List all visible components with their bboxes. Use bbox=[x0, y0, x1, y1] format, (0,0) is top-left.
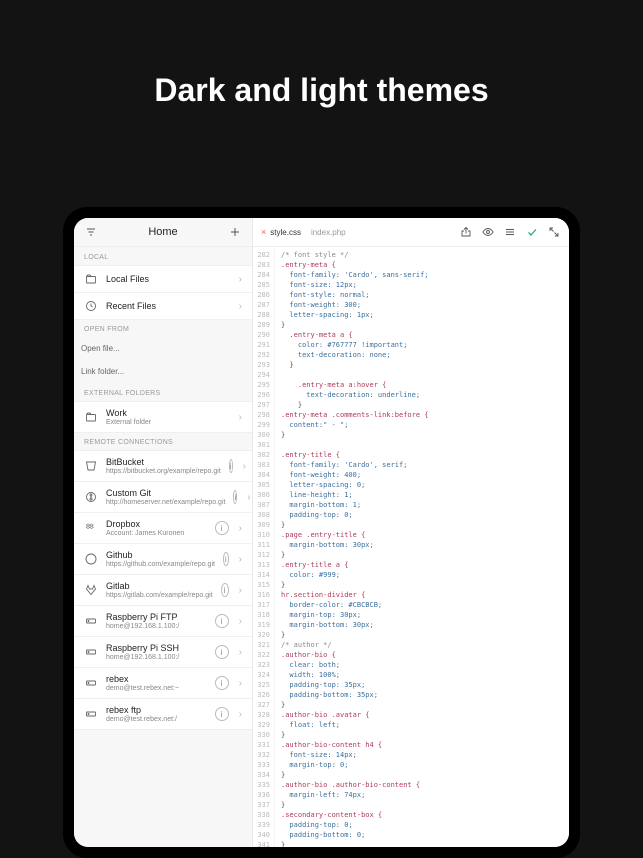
link-folder-button[interactable]: Link folder... bbox=[74, 360, 252, 383]
item-title: Raspberry Pi SSH bbox=[106, 643, 207, 653]
chevron-right-icon: › bbox=[239, 678, 242, 689]
item-subtitle: home@192.168.1.100:/ bbox=[106, 623, 207, 630]
chevron-right-icon: › bbox=[239, 616, 242, 627]
list-item[interactable]: Local Files › bbox=[74, 265, 252, 293]
menu-icon[interactable] bbox=[503, 225, 517, 239]
chevron-right-icon: › bbox=[239, 585, 242, 596]
server-icon bbox=[84, 676, 98, 690]
code-body[interactable]: /* font style */ .entry-meta { font-fami… bbox=[275, 247, 569, 847]
item-title: Github bbox=[106, 550, 215, 560]
chevron-right-icon: › bbox=[239, 523, 242, 534]
section-remote: REMOTE CONNECTIONS bbox=[74, 432, 252, 450]
item-subtitle: home@192.168.1.100:/ bbox=[106, 654, 207, 661]
item-subtitle: demo@test.rebex.net:~ bbox=[106, 685, 207, 692]
info-icon[interactable]: i bbox=[215, 521, 229, 535]
open-file-button[interactable]: Open file... bbox=[74, 337, 252, 360]
item-title: Gitlab bbox=[106, 581, 213, 591]
sidebar-title: Home bbox=[148, 226, 177, 238]
item-subtitle: demo@test.rebex.net:/ bbox=[106, 716, 207, 723]
line-numbers: 282 283 284 285 286 287 288 289 290 291 … bbox=[253, 247, 275, 847]
server-icon bbox=[84, 614, 98, 628]
chevron-right-icon: › bbox=[239, 647, 242, 658]
share-icon[interactable] bbox=[459, 225, 473, 239]
folder-icon bbox=[84, 272, 98, 286]
list-item[interactable]: Gitlabhttps://gitlab.com/example/repo.gi… bbox=[74, 574, 252, 606]
github-icon bbox=[84, 552, 98, 566]
item-subtitle: https://github.com/example/repo.git bbox=[106, 561, 215, 568]
preview-icon[interactable] bbox=[481, 225, 495, 239]
chevron-right-icon: › bbox=[239, 709, 242, 720]
screen: Home LOCAL Local Files › Recent Files › OPE… bbox=[74, 218, 569, 847]
item-title: Custom Git bbox=[106, 488, 225, 498]
headline: Dark and light themes bbox=[0, 0, 643, 109]
check-icon[interactable] bbox=[525, 225, 539, 239]
item-title: BitBucket bbox=[106, 457, 221, 467]
info-icon[interactable]: i bbox=[215, 676, 229, 690]
info-icon[interactable]: i bbox=[223, 552, 229, 566]
filter-icon[interactable] bbox=[84, 225, 98, 239]
tab-index-php[interactable]: index.php bbox=[311, 228, 346, 237]
sidebar: Home LOCAL Local Files › Recent Files › OPE… bbox=[74, 218, 253, 847]
list-item[interactable]: rebex ftpdemo@test.rebex.net:/ i › bbox=[74, 698, 252, 730]
add-icon[interactable] bbox=[228, 225, 242, 239]
list-item[interactable]: BitBuckethttps://bitbucket.org/example/r… bbox=[74, 450, 252, 482]
item-title: rebex bbox=[106, 674, 207, 684]
info-icon[interactable]: i bbox=[229, 459, 233, 473]
item-title: Local Files bbox=[106, 274, 231, 284]
chevron-right-icon: › bbox=[247, 492, 250, 503]
list-item[interactable]: Recent Files › bbox=[74, 292, 252, 320]
bitbucket-icon bbox=[84, 459, 98, 473]
item-title: rebex ftp bbox=[106, 705, 207, 715]
gitlab-icon bbox=[84, 583, 98, 597]
editor: × style.css index.php 282 283 284 285 28… bbox=[253, 218, 569, 847]
tab-style-css[interactable]: × style.css bbox=[261, 227, 301, 237]
item-title: Recent Files bbox=[106, 301, 231, 311]
info-icon[interactable]: i bbox=[221, 583, 229, 597]
item-subtitle: Account: James Kuronen bbox=[106, 530, 207, 537]
list-item[interactable]: Githubhttps://github.com/example/repo.gi… bbox=[74, 543, 252, 575]
item-title: Raspberry Pi FTP bbox=[106, 612, 207, 622]
info-icon[interactable]: i bbox=[233, 490, 237, 504]
section-open-from: OPEN FROM bbox=[74, 319, 252, 337]
chevron-right-icon: › bbox=[243, 461, 246, 472]
chevron-right-icon: › bbox=[239, 412, 242, 423]
chevron-right-icon: › bbox=[239, 274, 242, 285]
dropbox-icon bbox=[84, 521, 98, 535]
server-icon bbox=[84, 707, 98, 721]
close-icon[interactable]: × bbox=[261, 227, 266, 237]
info-icon[interactable]: i bbox=[215, 614, 229, 628]
expand-icon[interactable] bbox=[547, 225, 561, 239]
list-item[interactable]: rebexdemo@test.rebex.net:~ i › bbox=[74, 667, 252, 699]
list-item[interactable]: DropboxAccount: James Kuronen i › bbox=[74, 512, 252, 544]
device-frame: Home LOCAL Local Files › Recent Files › OPE… bbox=[63, 207, 580, 858]
chevron-right-icon: › bbox=[239, 301, 242, 312]
editor-tabbar: × style.css index.php bbox=[253, 218, 569, 247]
tab-label: style.css bbox=[270, 228, 301, 237]
list-item[interactable]: Custom Githttp://homeserver.net/example/… bbox=[74, 481, 252, 513]
list-item[interactable]: Raspberry Pi FTPhome@192.168.1.100:/ i › bbox=[74, 605, 252, 637]
folder-icon bbox=[84, 410, 98, 424]
item-subtitle: External folder bbox=[106, 419, 231, 426]
code-area[interactable]: 282 283 284 285 286 287 288 289 290 291 … bbox=[253, 247, 569, 847]
info-icon[interactable]: i bbox=[215, 707, 229, 721]
item-title: Dropbox bbox=[106, 519, 207, 529]
sidebar-header: Home bbox=[74, 218, 252, 247]
item-title: Work bbox=[106, 408, 231, 418]
item-subtitle: https://gitlab.com/example/repo.git bbox=[106, 592, 213, 599]
item-subtitle: https://bitbucket.org/example/repo.git bbox=[106, 468, 221, 475]
section-external: EXTERNAL FOLDERS bbox=[74, 383, 252, 401]
list-item[interactable]: Raspberry Pi SSHhome@192.168.1.100:/ i › bbox=[74, 636, 252, 668]
section-local: LOCAL bbox=[74, 247, 252, 265]
server-icon bbox=[84, 645, 98, 659]
chevron-right-icon: › bbox=[239, 554, 242, 565]
tab-label: index.php bbox=[311, 228, 346, 237]
item-subtitle: http://homeserver.net/example/repo.git bbox=[106, 499, 225, 506]
info-icon[interactable]: i bbox=[215, 645, 229, 659]
list-item[interactable]: WorkExternal folder › bbox=[74, 401, 252, 433]
clock-icon bbox=[84, 299, 98, 313]
git-icon bbox=[84, 490, 98, 504]
